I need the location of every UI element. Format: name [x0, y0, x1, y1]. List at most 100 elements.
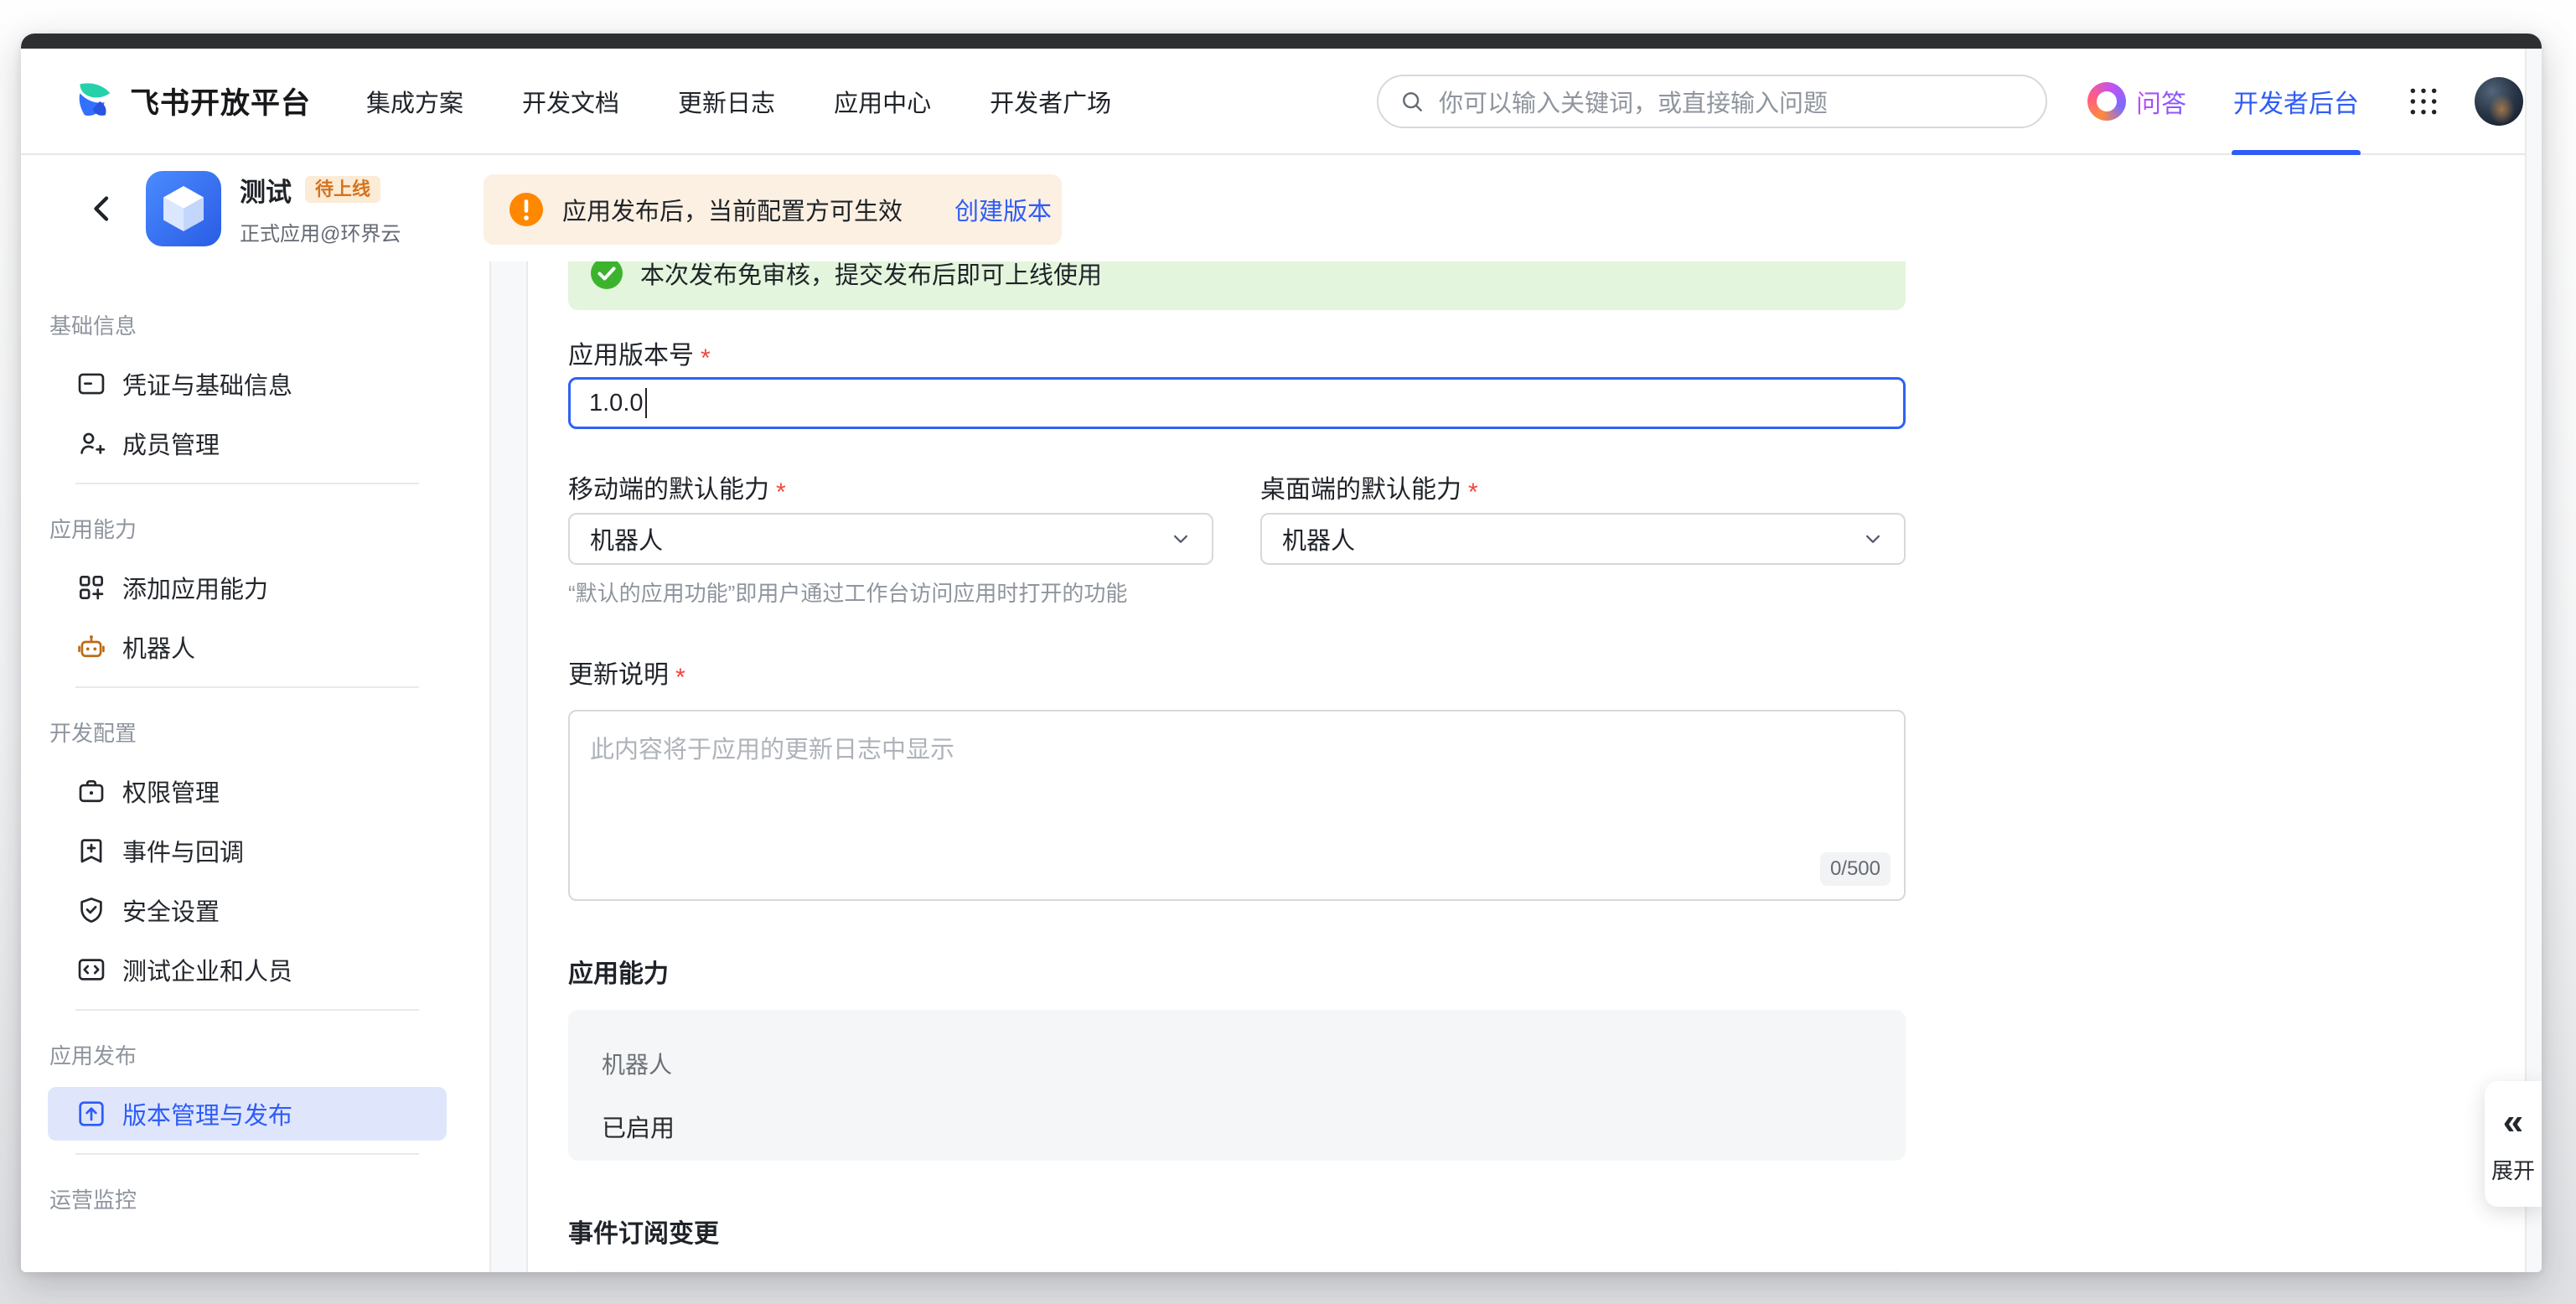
sidebar: 基础信息凭证与基础信息成员管理应用能力添加应用能力机器人开发配置权限管理事件与回…: [21, 261, 489, 1272]
search-box[interactable]: 你可以输入关键词，或直接输入问题: [1377, 75, 2047, 128]
sidebar-item-label: 权限管理: [122, 774, 220, 809]
create-version-link[interactable]: 创建版本: [954, 192, 1052, 227]
app-header: 测试 待上线 正式应用@环界云 应用发布后，当前配置方可生效 创建版本: [21, 155, 2542, 261]
sidebar-divider: [75, 1153, 419, 1155]
sidebar-item-label: 添加应用能力: [122, 570, 268, 605]
nav-menu: 集成方案 开发文档 更新日志 应用中心 开发者广场: [366, 84, 1111, 119]
nav-menu-item-0[interactable]: 集成方案: [366, 84, 463, 119]
app-name: 测试: [240, 171, 292, 209]
code-icon: [75, 954, 107, 986]
app-subtitle: 正式应用@环界云: [240, 217, 401, 246]
main-content: 本次发布免审核，提交发布后即可上线使用 应用版本号* 1.0.0 移动端的默认能…: [528, 261, 2542, 1272]
console-label: 开发者后台: [2233, 83, 2359, 120]
apps-grid-icon[interactable]: [2408, 85, 2439, 117]
feishu-logo-icon: [75, 80, 118, 123]
sidebar-item-label: 测试企业和人员: [122, 952, 292, 987]
mobile-capability-value: 机器人: [590, 521, 663, 556]
warning-icon: [509, 192, 544, 227]
chevron-down-icon: [1168, 526, 1193, 551]
success-banner: 本次发布免审核，提交发布后即可上线使用: [568, 261, 1906, 310]
publish-icon: [75, 1098, 107, 1130]
success-banner-text: 本次发布免审核，提交发布后即可上线使用: [640, 261, 1102, 291]
desktop-capability-label: 桌面端的默认能力*: [1260, 478, 1906, 503]
page-body: 基础信息凭证与基础信息成员管理应用能力添加应用能力机器人开发配置权限管理事件与回…: [21, 261, 2542, 1272]
sidebar-item-shield-check[interactable]: 安全设置: [48, 883, 447, 937]
required-mark: *: [701, 346, 711, 371]
logo-text: 飞书开放平台: [130, 80, 311, 122]
alert-text: 应用发布后，当前配置方可生效: [562, 192, 903, 227]
search-placeholder: 你可以输入关键词，或直接输入问题: [1439, 84, 1828, 119]
event-callback-icon: [75, 835, 107, 867]
char-counter: 0/500: [1820, 852, 1891, 886]
window-titlebar: [21, 34, 2542, 49]
update-notes-placeholder: 此内容将于应用的更新日志中显示: [590, 737, 954, 763]
desktop-capability-value: 机器人: [1282, 521, 1355, 556]
expand-panel-button[interactable]: « 展开: [2485, 1081, 2542, 1207]
nav-menu-item-4[interactable]: 开发者广场: [990, 84, 1111, 119]
user-avatar[interactable]: [2475, 77, 2523, 126]
sidebar-item-label: 凭证与基础信息: [122, 366, 292, 401]
sidebar-divider: [75, 1009, 419, 1011]
qa-link[interactable]: 问答: [2087, 82, 2186, 121]
browser-window: 飞书开放平台 集成方案 开发文档 更新日志 应用中心 开发者广场 你可以输入关键词，或直…: [21, 34, 2542, 1272]
capability-name: 机器人: [602, 1047, 1872, 1080]
sidebar-item-label: 成员管理: [122, 426, 220, 461]
sidebar-divider: [75, 483, 419, 484]
qa-label: 问答: [2136, 83, 2186, 120]
update-notes-label: 更新说明*: [568, 663, 1906, 688]
version-input[interactable]: 1.0.0: [568, 377, 1906, 429]
sidebar-section-label: 基础信息: [49, 261, 489, 337]
nav-menu-item-1[interactable]: 开发文档: [522, 84, 619, 119]
back-chevron-icon: [85, 192, 119, 225]
console-link[interactable]: 开发者后台: [2233, 48, 2359, 154]
sidebar-item-grid-add[interactable]: 添加应用能力: [48, 561, 447, 614]
mobile-capability-select[interactable]: 机器人: [568, 513, 1213, 565]
sidebar-section-label: 运营监控: [49, 1189, 489, 1211]
capability-panel: 机器人 已启用: [568, 1010, 1906, 1161]
capability-section-title: 应用能力: [568, 961, 1906, 988]
sidebar-item-robot[interactable]: 机器人: [48, 620, 447, 674]
nav-menu-item-3[interactable]: 应用中心: [834, 84, 931, 119]
sidebar-scrollbar[interactable]: [489, 261, 528, 1272]
grid-add-icon: [75, 572, 107, 603]
sidebar-section-label: 应用能力: [49, 519, 489, 541]
robot-icon: [75, 631, 107, 663]
update-notes-textarea[interactable]: 此内容将于应用的更新日志中显示 0/500: [568, 710, 1906, 901]
required-mark: *: [1468, 480, 1478, 505]
sidebar-item-user-add[interactable]: 成员管理: [48, 417, 447, 470]
nav-right: 问答 开发者后台: [2087, 48, 2523, 154]
chevron-down-icon: [1860, 526, 1885, 551]
expand-label: 展开: [2491, 1154, 2535, 1185]
capability-status: 已启用: [602, 1109, 1872, 1144]
sidebar-item-publish[interactable]: 版本管理与发布: [48, 1087, 447, 1141]
qa-ring-icon: [2087, 82, 2126, 121]
top-navbar: 飞书开放平台 集成方案 开发文档 更新日志 应用中心 开发者广场 你可以输入关键词，或直…: [21, 49, 2542, 155]
required-mark: *: [675, 665, 685, 691]
sidebar-item-event-callback[interactable]: 事件与回调: [48, 824, 447, 877]
sidebar-item-label: 事件与回调: [122, 833, 244, 868]
sidebar-item-label: 机器人: [122, 629, 195, 665]
sidebar-item-label: 安全设置: [122, 893, 220, 928]
required-mark: *: [776, 480, 786, 505]
version-label: 应用版本号*: [568, 344, 1906, 369]
app-title-block: 测试 待上线 正式应用@环界云: [240, 171, 401, 246]
back-button[interactable]: [84, 190, 121, 227]
nav-menu-item-2[interactable]: 更新日志: [678, 84, 775, 119]
double-chevron-left-icon: «: [2503, 1104, 2523, 1141]
brand[interactable]: 飞书开放平台: [75, 80, 311, 123]
success-check-icon: [590, 261, 623, 290]
text-cursor: [645, 388, 647, 418]
status-badge: 待上线: [305, 176, 380, 203]
search-icon: [1399, 88, 1425, 115]
sidebar-item-briefcase[interactable]: 权限管理: [48, 764, 447, 818]
sidebar-item-id-card[interactable]: 凭证与基础信息: [48, 357, 447, 411]
sidebar-section-label: 应用发布: [49, 1045, 489, 1067]
user-add-icon: [75, 427, 107, 459]
events-panel: [568, 1270, 1906, 1272]
sidebar-item-code[interactable]: 测试企业和人员: [48, 943, 447, 996]
mobile-capability-label: 移动端的默认能力*: [568, 478, 1213, 503]
sidebar-divider: [75, 686, 419, 688]
desktop-capability-select[interactable]: 机器人: [1260, 513, 1906, 565]
sidebar-item-label: 版本管理与发布: [122, 1096, 292, 1131]
id-card-icon: [75, 368, 107, 400]
